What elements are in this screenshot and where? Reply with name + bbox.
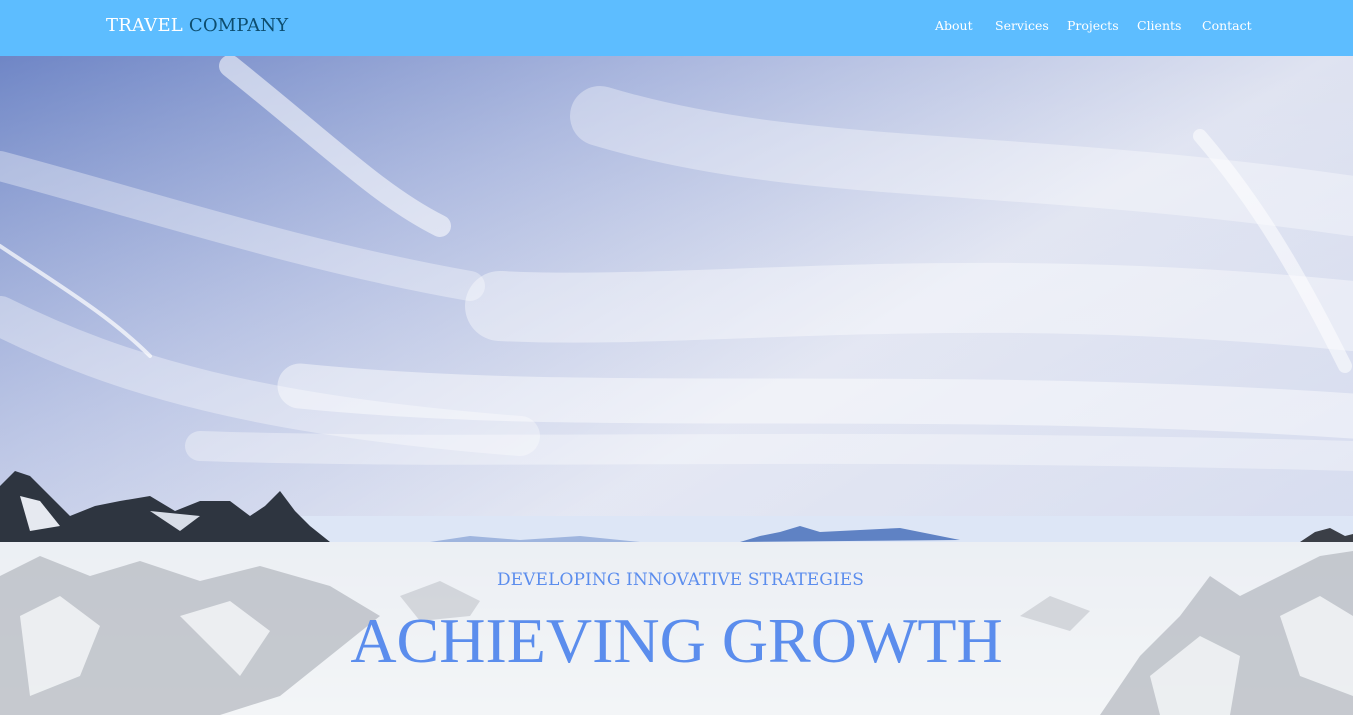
nav-link-services[interactable]: Services xyxy=(995,18,1049,34)
nav-link-projects[interactable]: Projects xyxy=(1067,18,1119,34)
brand-logo[interactable]: TRAVEL COMPANY xyxy=(106,15,288,37)
brand-word-travel: TRAVEL xyxy=(106,15,183,36)
nav-link-contact[interactable]: Contact xyxy=(1202,18,1252,34)
hero-subtitle: DEVELOPING INNOVATIVE STRATEGIES xyxy=(496,570,865,590)
hero-title: ACHIEVING GROWTH xyxy=(350,605,1003,676)
hero-section: DEVELOPING INNOVATIVE STRATEGIES ACHIEVI… xyxy=(0,56,1353,715)
nav-link-clients[interactable]: Clients xyxy=(1137,18,1181,34)
page: TRAVEL COMPANY About Services Projects C… xyxy=(0,0,1353,715)
brand-word-company: COMPANY xyxy=(188,15,289,36)
navbar: TRAVEL COMPANY About Services Projects C… xyxy=(0,0,1353,56)
nav-link-about[interactable]: About xyxy=(935,18,973,34)
